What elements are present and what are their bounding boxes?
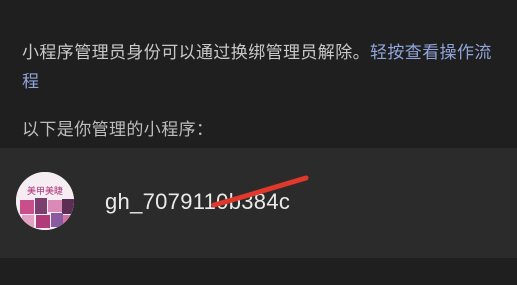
avatar-image: 美甲美睫: [16, 172, 74, 230]
redaction-scribble: [211, 175, 309, 208]
section-label: 以下是你管理的小程序：: [22, 120, 214, 140]
mini-program-avatar: 美甲美睫: [16, 172, 74, 230]
mini-program-row[interactable]: 美甲美睫 gh_7079110b384c: [0, 148, 517, 258]
admin-info-screen: 小程序管理员身份可以通过换绑管理员解除。轻按查看操作流程 以下是你管理的小程序：…: [0, 0, 517, 285]
bottom-spacer: [0, 258, 517, 285]
avatar-brand-text: 美甲美睫: [27, 185, 63, 197]
intro-text: 小程序管理员身份可以通过换绑管理员解除。: [22, 43, 370, 63]
admin-intro-text: 小程序管理员身份可以通过换绑管理员解除。轻按查看操作流程: [22, 39, 502, 97]
